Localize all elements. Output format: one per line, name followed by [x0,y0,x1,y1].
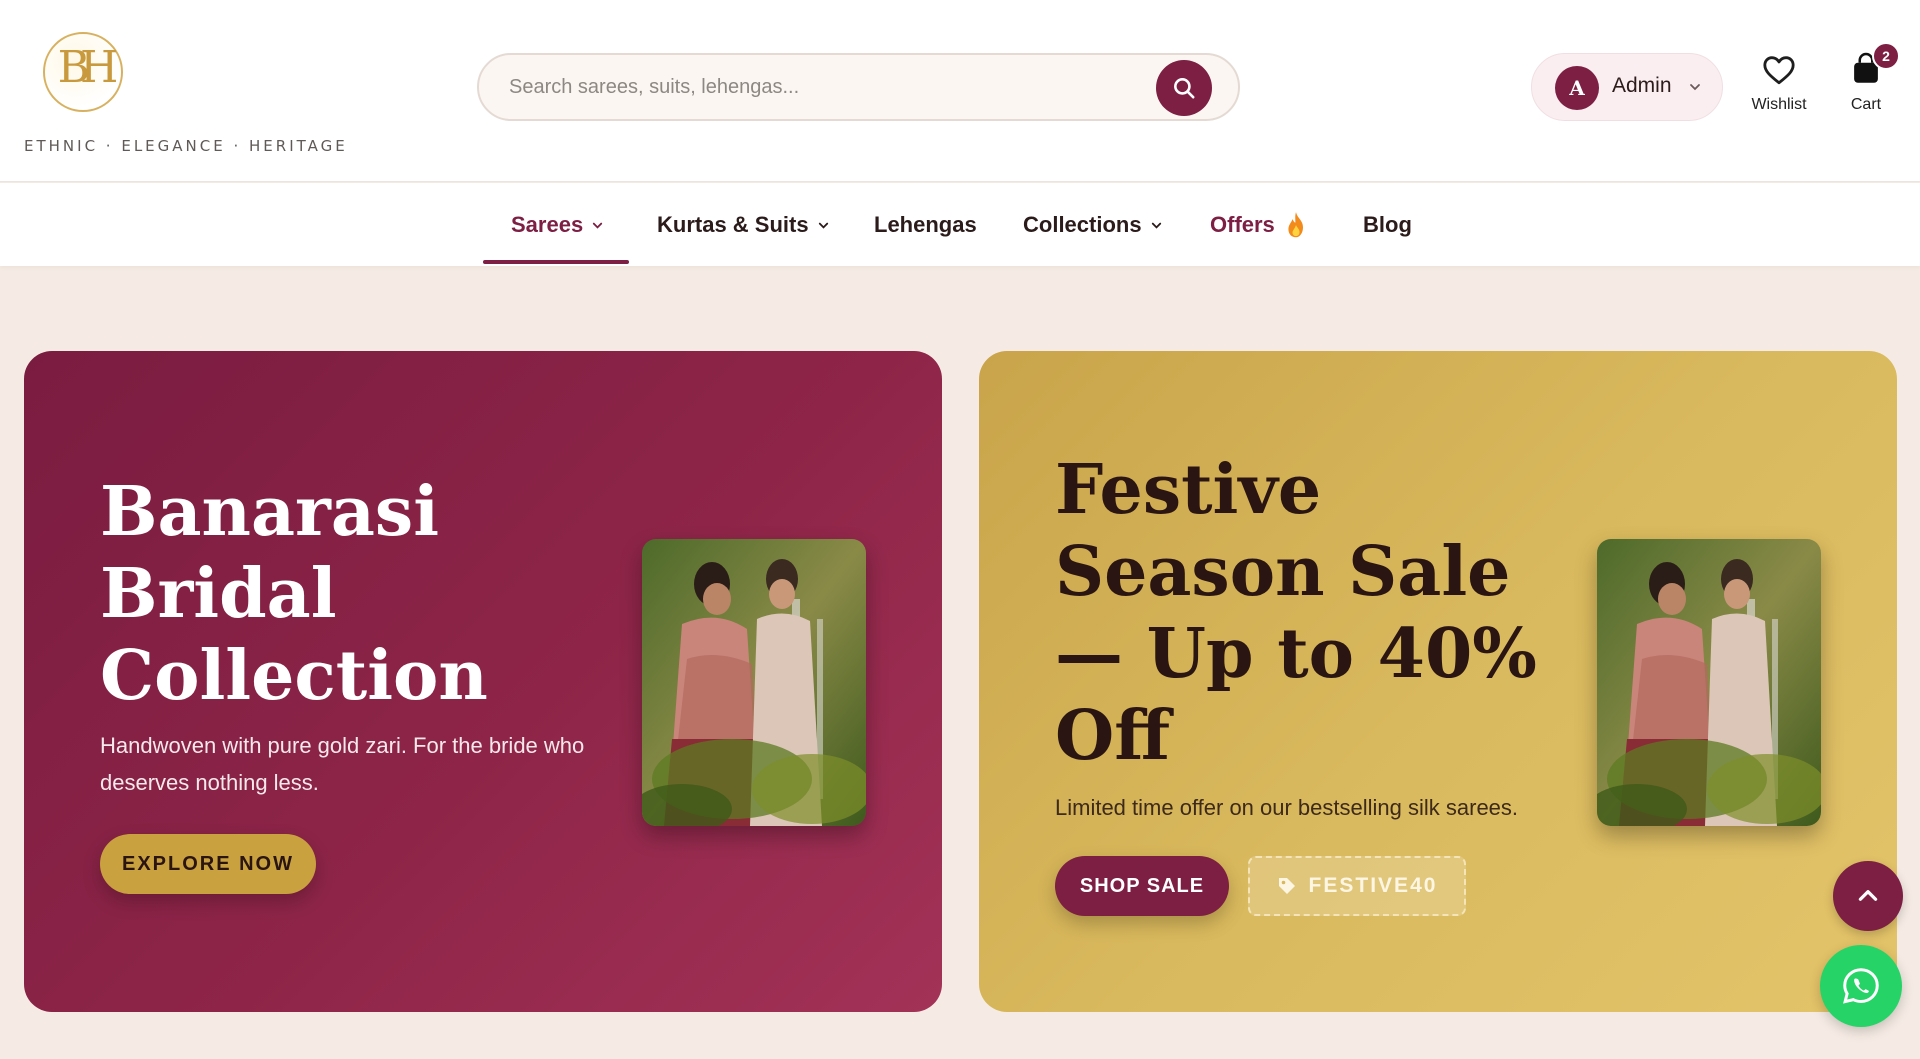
banner-photo-image [642,539,866,826]
chevron-down-icon [818,222,828,229]
coupon-code[interactable]: FESTIVE40 [1248,856,1466,916]
chevron-down-icon [1151,222,1161,229]
banner-photo-image [1597,539,1821,826]
coupon-code-text: FESTIVE40 [1308,874,1438,897]
chevron-down-icon [1690,84,1700,91]
tag-icon [1278,878,1295,894]
banner-photo [642,539,866,826]
nav-item-offers[interactable]: Offers [1210,183,1308,266]
nav-item-kurtas-suits[interactable]: Kurtas & Suits [657,183,830,266]
wishlist-label: Wishlist [1751,96,1807,113]
shop-sale-button[interactable]: SHOP SALE [1055,856,1229,916]
main-nav: Sarees Kurtas & Suits Lehengas Collectio… [0,183,1920,266]
heart-icon [1763,56,1795,85]
nav-item-lehengas[interactable]: Lehengas [874,183,977,266]
nav-item-collections[interactable]: Collections [1023,183,1163,266]
fire-icon [1288,211,1303,237]
explore-now-button[interactable]: EXPLORE NOW [100,834,316,894]
nav-item-blog[interactable]: Blog [1363,183,1412,266]
whatsapp-chat-button[interactable] [1820,945,1902,1027]
nav-label: Offers [1210,211,1275,237]
search-bar [477,53,1240,121]
logo-monogram: BH [43,32,123,112]
account-name: Admin [1612,74,1672,97]
avatar: A [1555,66,1599,110]
wishlist-button[interactable]: Wishlist [1746,52,1812,118]
nav-label: Lehengas [874,211,977,237]
whatsapp-icon [1843,968,1879,1004]
nav-label: Collections [1023,211,1142,237]
banner-title: Festive Season Sale — Up to 40% Off [1055,450,1537,776]
nav-label: Blog [1363,211,1412,237]
brand-logo[interactable]: BH ETHNIC · ELEGANCE · HERITAGE [24,30,345,160]
search-icon [1174,78,1195,99]
active-nav-indicator [483,260,629,264]
brand-tagline: ETHNIC · ELEGANCE · HERITAGE [24,137,348,155]
banner-subtitle: Handwoven with pure gold zari. For the b… [100,733,585,795]
banner-photo [1597,539,1821,826]
nav-label: Sarees [511,211,584,237]
banner-title: Banarasi Bridal Collection [100,472,488,716]
cart-count-badge: 2 [1872,42,1900,70]
site-header: BH ETHNIC · ELEGANCE · HERITAGE A Admin … [0,0,1920,182]
cart-label: Cart [1850,96,1882,113]
hero-banner-bridal: Banarasi Bridal Collection Handwoven wit… [24,351,942,1012]
logo-monogram-text: BH [57,42,119,93]
search-input[interactable] [509,69,1149,105]
banner-subtitle: Limited time offer on our bestselling si… [1055,795,1519,820]
hero-banner-festive-sale: Festive Season Sale — Up to 40% Off Limi… [979,351,1897,1012]
account-menu-button[interactable]: A Admin [1531,53,1723,121]
scroll-to-top-button[interactable] [1833,861,1903,931]
nav-item-sarees[interactable]: Sarees [511,183,604,266]
chevron-up-icon [1858,890,1878,901]
nav-label: Kurtas & Suits [657,211,809,237]
cart-button[interactable]: 2 Cart [1840,42,1900,118]
chevron-down-icon [593,222,603,229]
search-button[interactable] [1156,60,1212,116]
